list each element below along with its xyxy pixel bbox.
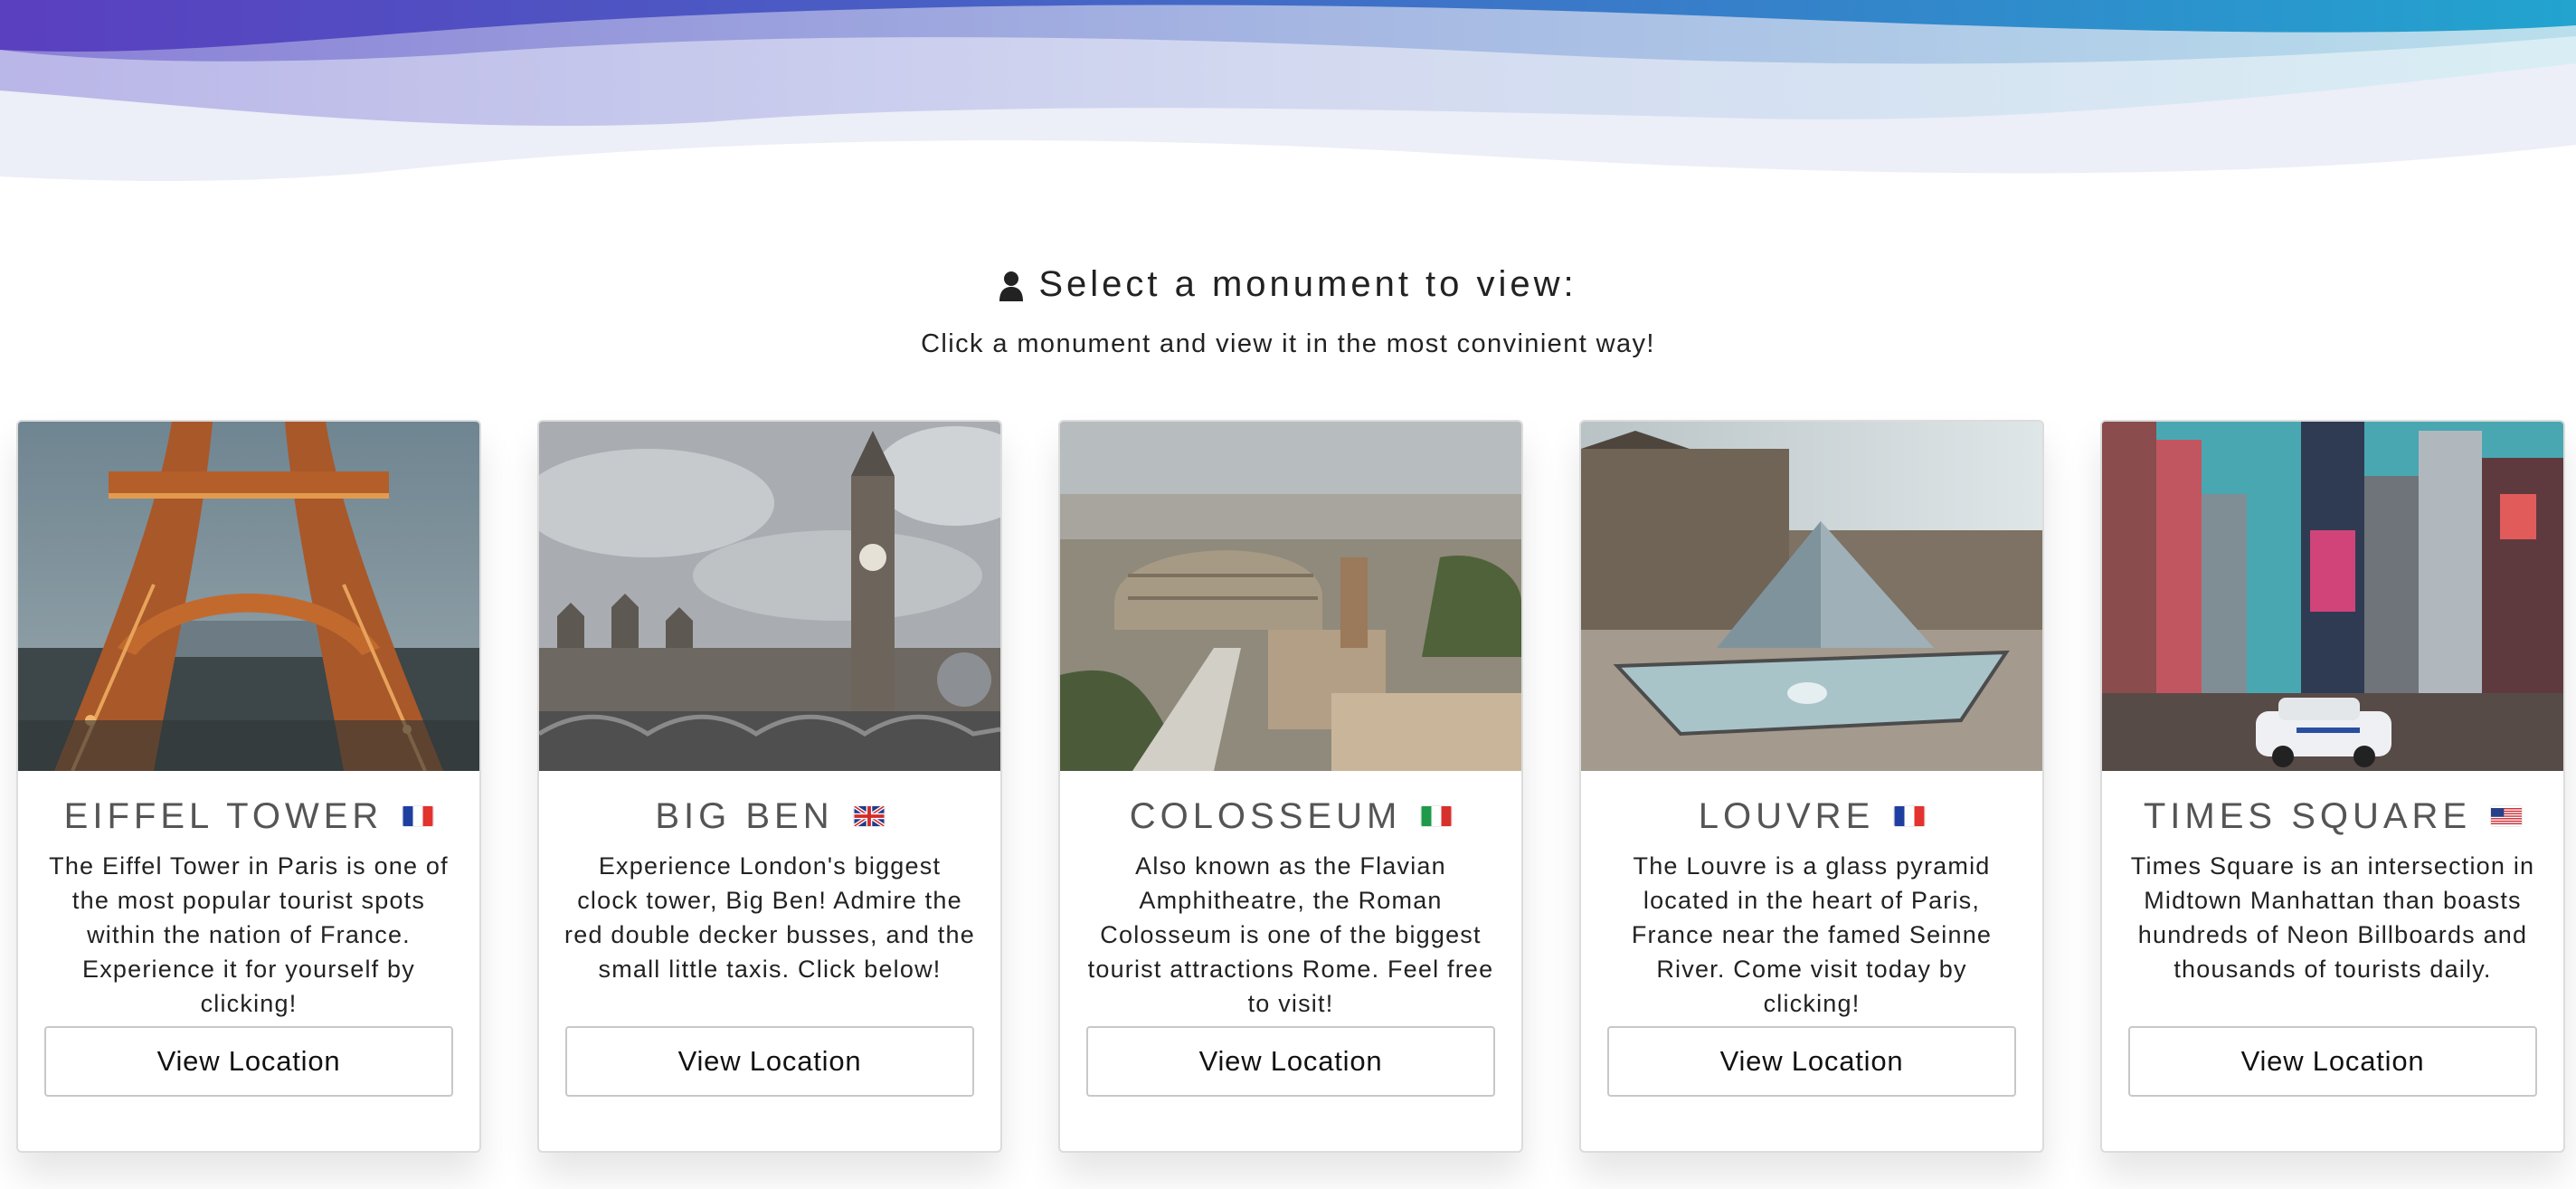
- monument-cards: Eiffel Tower The Eiffel Tower in Paris i…: [16, 420, 2567, 1155]
- intro-section: Select a monument to view: Click a monum…: [0, 264, 2576, 359]
- flag-uk-icon: [853, 806, 885, 826]
- view-location-button[interactable]: View Location: [1086, 1026, 1495, 1097]
- big-ben-photo: [539, 422, 1000, 771]
- eiffel-tower-photo: [18, 422, 479, 771]
- flag-france-icon: [402, 806, 433, 826]
- card-title: Colosseum: [1130, 798, 1453, 834]
- intro-title: Select a monument to view:: [1038, 264, 1577, 304]
- card-louvre: Louvre The Louvre is a glass pyramid loc…: [1579, 420, 2044, 1153]
- intro-heading: Select a monument to view:: [999, 264, 1577, 305]
- view-location-button[interactable]: View Location: [565, 1026, 974, 1097]
- flag-france-icon: [1894, 806, 1925, 826]
- card-description: The Eiffel Tower in Paris is one of the …: [49, 852, 449, 1017]
- user-icon: [999, 270, 1024, 301]
- card-big-ben: Big Ben Experience London's biggest cloc…: [537, 420, 1002, 1153]
- flag-usa-icon: [2491, 806, 2523, 826]
- times-square-photo: [2102, 422, 2563, 771]
- colosseum-photo: [1060, 422, 1521, 771]
- card-title: Times Square: [2144, 798, 2523, 834]
- header-waves: [0, 0, 2576, 181]
- card-title: Big Ben: [655, 798, 885, 834]
- intro-subtitle: Click a monument and view it in the most…: [921, 328, 1655, 358]
- louvre-photo: [1581, 422, 2042, 771]
- card-title: Eiffel Tower: [64, 798, 434, 834]
- view-location-button[interactable]: View Location: [44, 1026, 453, 1097]
- card-description: The Louvre is a glass pyramid located in…: [1631, 852, 1993, 1017]
- card-colosseum: Colosseum Also known as the Flavian Amph…: [1058, 420, 1523, 1153]
- view-location-button[interactable]: View Location: [1607, 1026, 2016, 1097]
- card-eiffel-tower: Eiffel Tower The Eiffel Tower in Paris i…: [16, 420, 481, 1153]
- card-description: Experience London's biggest clock tower,…: [564, 852, 975, 983]
- flag-italy-icon: [1421, 806, 1452, 826]
- card-description: Times Square is an intersection in Midto…: [2130, 852, 2535, 983]
- page: Select a monument to view: Click a monum…: [0, 0, 2576, 1189]
- card-description: Also known as the Flavian Amphitheatre, …: [1087, 852, 1494, 1017]
- card-times-square: Times Square: [2100, 420, 2565, 1153]
- view-location-button[interactable]: View Location: [2128, 1026, 2537, 1097]
- card-title: Louvre: [1699, 798, 1926, 834]
